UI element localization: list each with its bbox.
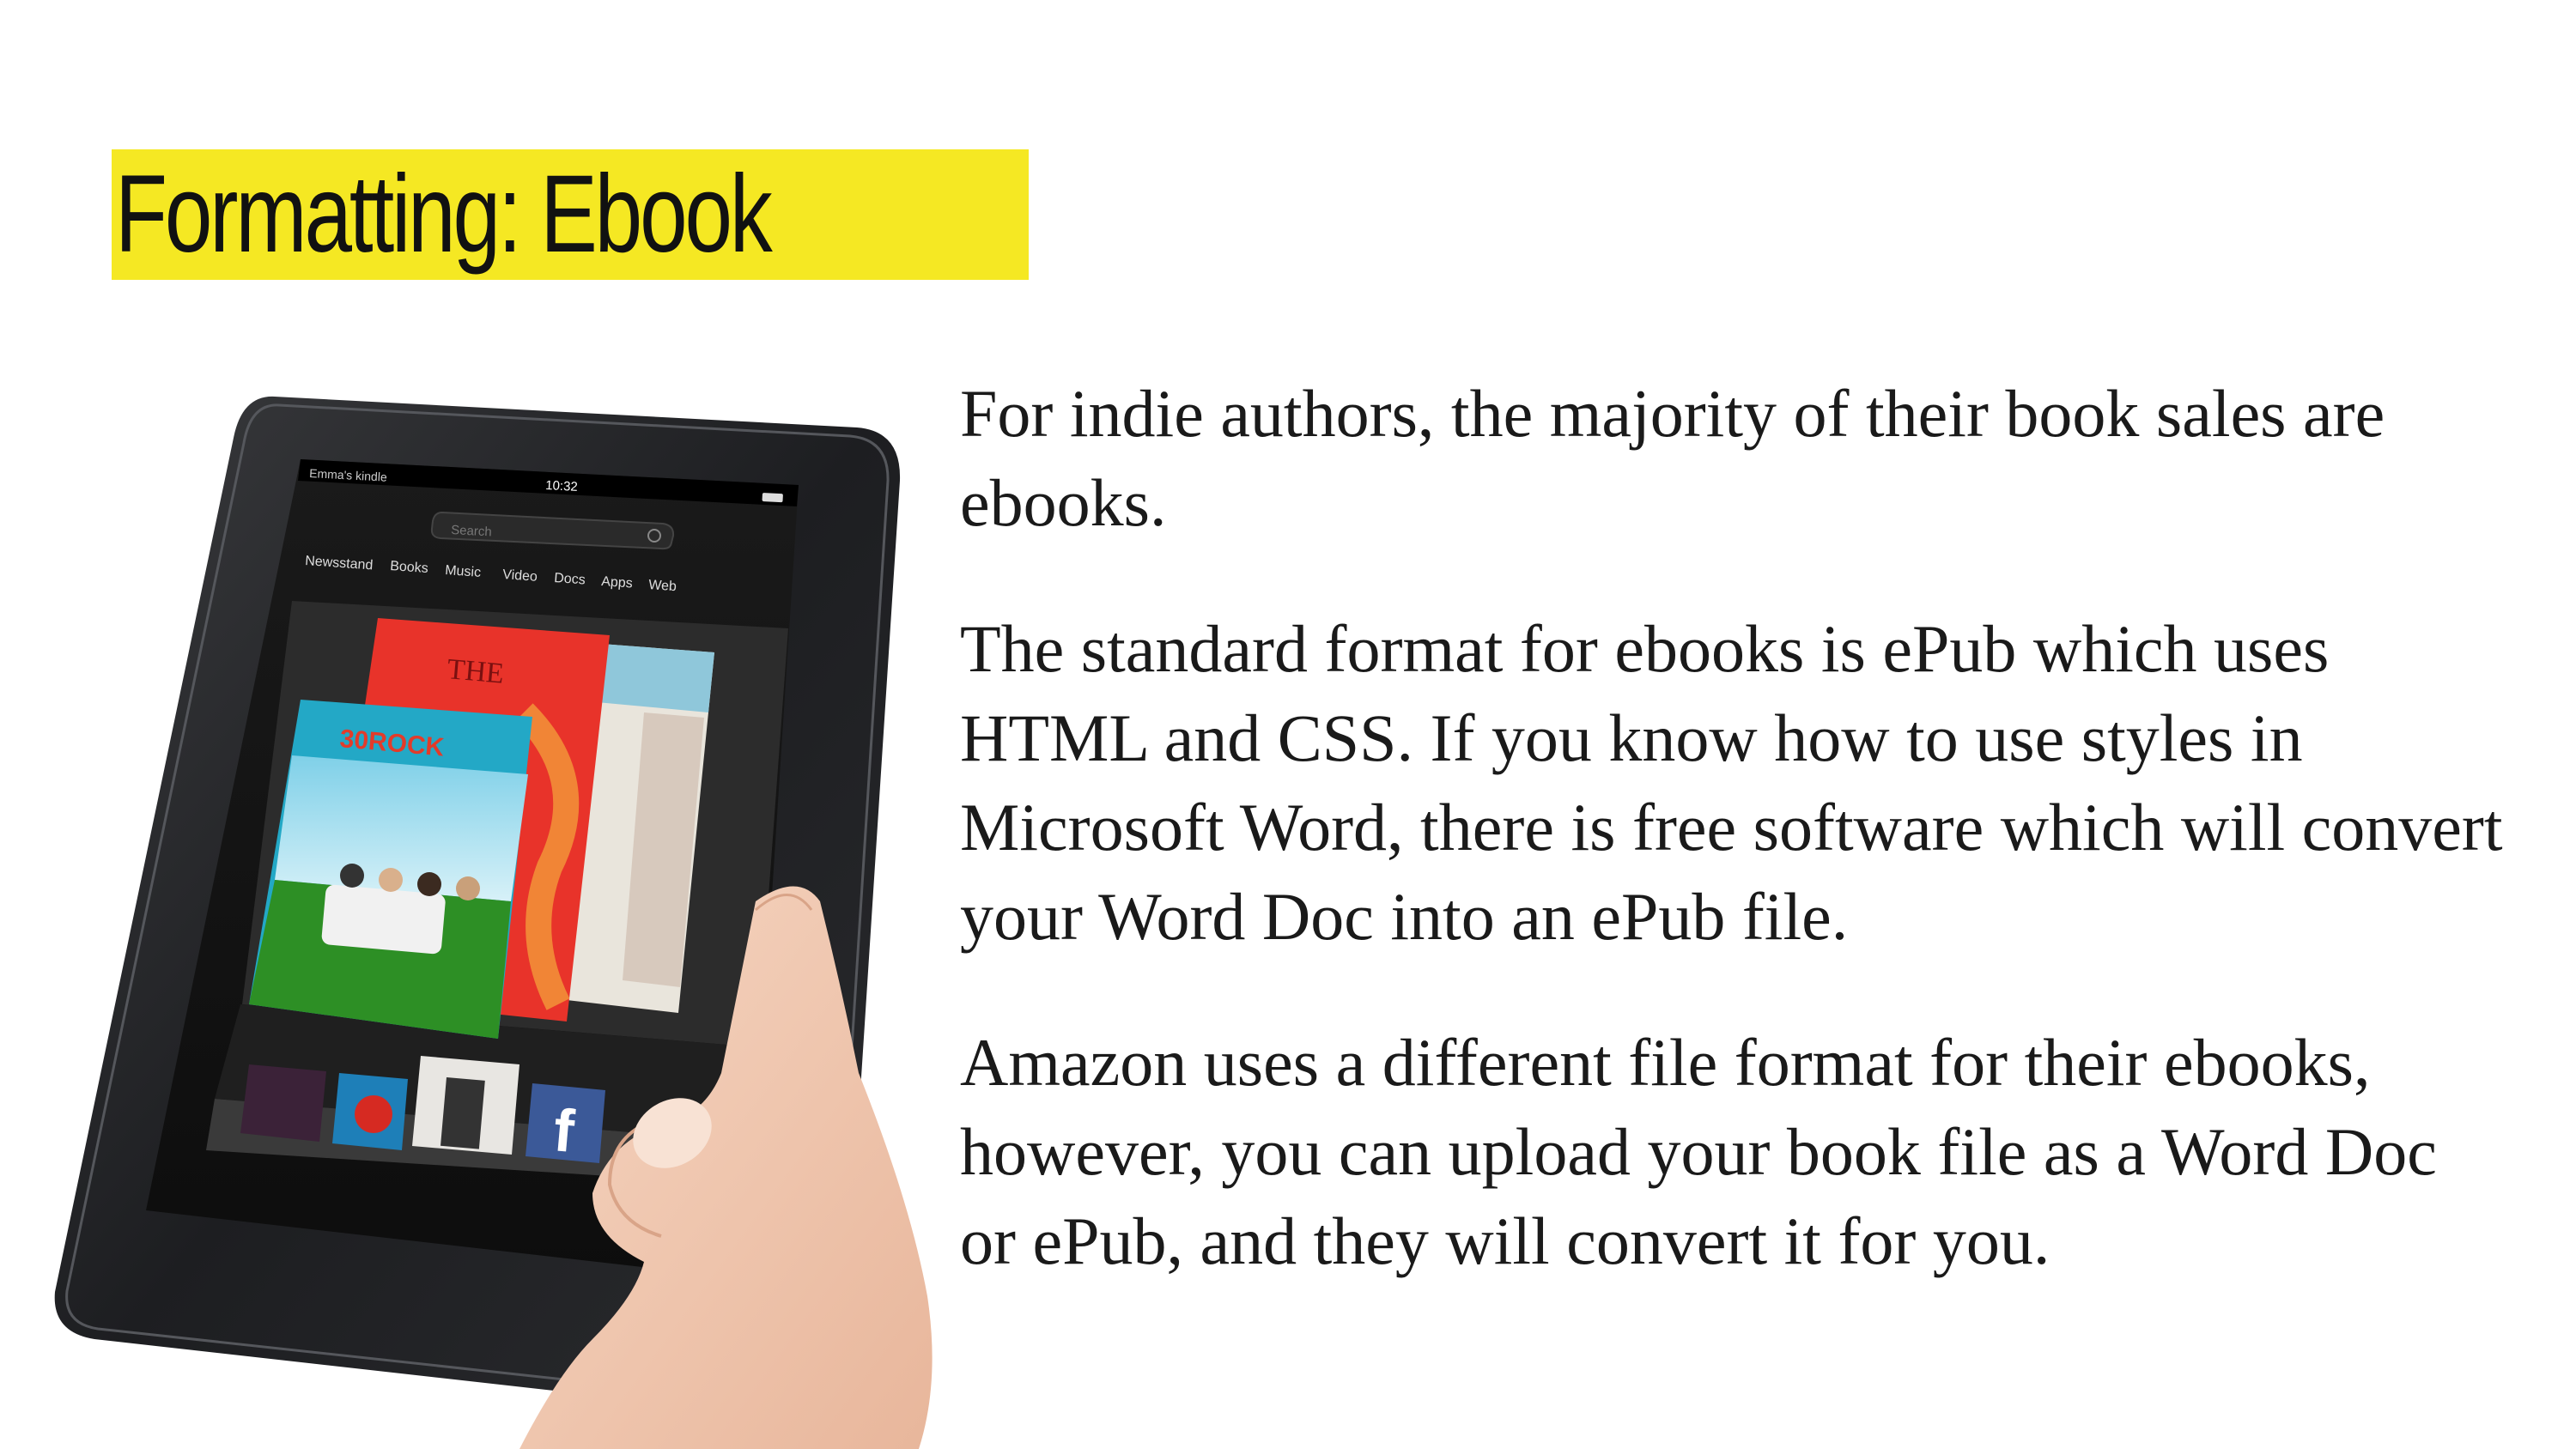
nav-web[interactable]: Web	[648, 578, 677, 594]
nav-music[interactable]: Music	[445, 563, 482, 580]
slide-title: Formatting: Ebook	[115, 153, 773, 276]
nav-docs[interactable]: Docs	[554, 571, 586, 588]
body-text: For indie authors, the majority of their…	[960, 369, 2506, 1343]
paragraph-epub-format: The standard format for ebooks is ePub w…	[960, 611, 2503, 954]
book-cover-red-text: THE	[446, 653, 505, 690]
search-placeholder: Search	[451, 523, 492, 539]
app-tile-1[interactable]	[240, 1064, 326, 1142]
paragraph-amazon-format: Amazon uses a different file format for …	[960, 1025, 2437, 1278]
battery-icon	[762, 493, 783, 503]
paragraph-indie-authors: For indie authors, the majority of their…	[960, 376, 2385, 540]
nav-video[interactable]: Video	[502, 567, 538, 585]
nav-books[interactable]: Books	[390, 559, 429, 576]
kindle-tablet-in-hand-image: Emma's kindle 10:32 Search Newsstand Boo…	[54, 396, 933, 1449]
status-time: 10:32	[545, 478, 578, 494]
title-highlight: Formatting: Ebook	[112, 149, 1029, 280]
nav-apps[interactable]: Apps	[601, 574, 634, 591]
